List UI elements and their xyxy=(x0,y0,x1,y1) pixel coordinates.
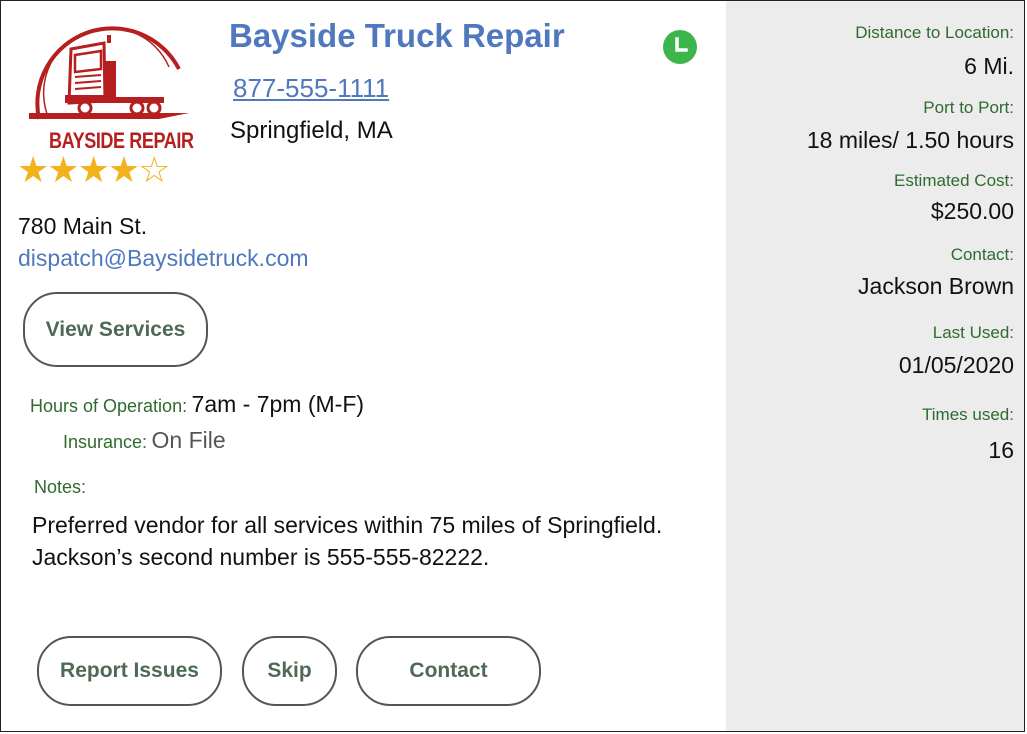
skip-button[interactable]: Skip xyxy=(242,636,337,706)
clock-hands-icon xyxy=(675,37,688,52)
vendor-logo: BAYSIDE REPAIR xyxy=(9,9,209,153)
vendor-card: BAYSIDE REPAIR Bayside Truck Repair 877-… xyxy=(0,0,1025,732)
clock-status-icon xyxy=(663,30,697,64)
last-used-value: 01/05/2020 xyxy=(898,352,1014,378)
rating-stars: ★★★★☆ xyxy=(17,149,170,190)
vendor-main-panel: BAYSIDE REPAIR Bayside Truck Repair 877-… xyxy=(1,1,726,731)
hours-row: Hours of Operation: 7am - 7pm (M-F) xyxy=(30,391,364,418)
report-issues-button[interactable]: Report Issues xyxy=(37,636,222,706)
contact-button[interactable]: Contact xyxy=(356,636,541,706)
vendor-city: Springfield, MA xyxy=(230,117,393,144)
distance-value: 6 Mi. xyxy=(964,53,1014,79)
cost-value: $250.00 xyxy=(930,198,1014,224)
times-used-value: 16 xyxy=(988,437,1014,463)
hours-label: Hours of Operation: xyxy=(30,396,188,416)
insurance-label: Insurance: xyxy=(63,432,148,452)
last-used-label: Last Used: xyxy=(932,323,1014,342)
vendor-address: 780 Main St. xyxy=(18,213,148,239)
insurance-value: On File xyxy=(151,427,226,453)
insurance-row: Insurance: On File xyxy=(63,427,226,454)
view-services-button[interactable]: View Services xyxy=(23,292,208,367)
times-used-label: Times used: xyxy=(922,405,1014,424)
vendor-email-link[interactable]: dispatch@Baysidetruck.com xyxy=(18,245,309,272)
vendor-phone-link[interactable]: 877-555-1111 xyxy=(233,73,389,104)
contact-label: Contact: xyxy=(950,245,1014,264)
distance-label: Distance to Location: xyxy=(855,23,1014,42)
contact-value: Jackson Brown xyxy=(858,273,1014,299)
notes-text: Preferred vendor for all services within… xyxy=(32,512,663,570)
notes-label: Notes: xyxy=(34,477,87,497)
port-label: Port to Port: xyxy=(923,98,1014,117)
vendor-name: Bayside Truck Repair xyxy=(229,17,565,54)
cost-label: Estimated Cost: xyxy=(894,171,1014,190)
hours-value: 7am - 7pm (M-F) xyxy=(191,391,365,417)
port-value: 18 miles/ 1.50 hours xyxy=(806,127,1014,153)
vendor-summary-sidebar: Distance to Location: 6 Mi. Port to Port… xyxy=(726,1,1024,731)
